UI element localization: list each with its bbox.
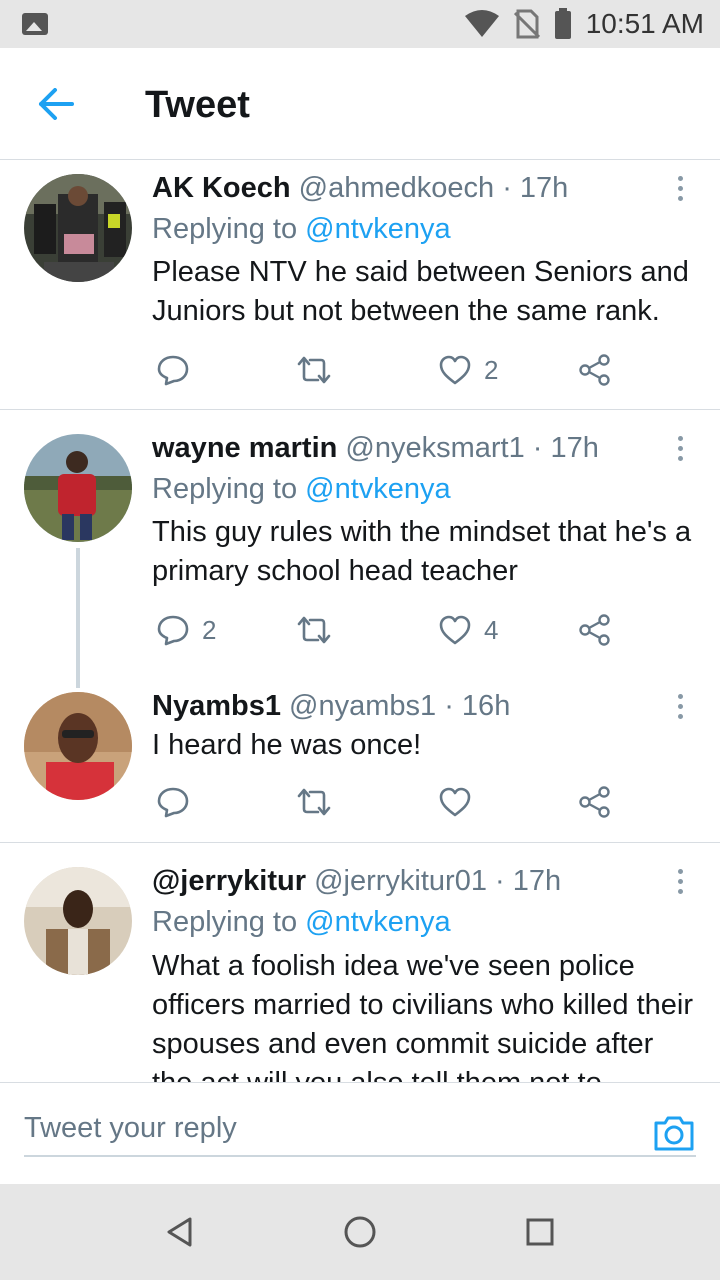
tweet-time: · 17h [502, 172, 569, 204]
back-triangle-icon [167, 1217, 192, 1247]
recents-square-icon [526, 1218, 554, 1246]
replying-to: Replying to @ntvkenya [152, 906, 451, 939]
avatar[interactable] [24, 174, 132, 282]
more-options-button[interactable] [670, 168, 690, 208]
tweet-actions: 2 4 [152, 608, 622, 652]
avatar[interactable] [24, 692, 132, 800]
reply-icon [157, 355, 189, 386]
tweet-header: wayne martin @nyeksmart1 · 17h [152, 432, 660, 465]
nav-recents-button[interactable] [518, 1210, 562, 1254]
tweet-text: This guy rules with the mindset that he'… [152, 516, 692, 587]
nav-home-button[interactable] [338, 1210, 382, 1254]
share-icon [579, 786, 610, 818]
nav-back-button[interactable] [158, 1210, 202, 1254]
page-title: Tweet [145, 84, 250, 126]
tweet-item[interactable]: @jerrykitur @jerrykitur01 · 17h Replying… [0, 843, 720, 1082]
battery-icon [554, 8, 571, 39]
tweet-time: · 16h [444, 690, 511, 722]
gallery-icon [22, 13, 48, 35]
tweet-author-handle[interactable]: @nyambs1 [289, 690, 436, 722]
back-button[interactable] [30, 78, 82, 130]
replying-label: Replying to [152, 213, 298, 245]
status-time: 10:51 AM [585, 8, 704, 39]
tweet-header: Nyambs1 @nyambs1 · 16h [152, 690, 660, 723]
retweet-icon [297, 616, 331, 644]
reply-button[interactable] [156, 780, 202, 824]
avatar[interactable] [24, 867, 132, 975]
more-options-button[interactable] [670, 686, 690, 726]
tweet-item[interactable]: AK Koech @ahmedkoech · 17h Replying to @… [0, 160, 720, 410]
tweet-item[interactable]: wayne martin @nyeksmart1 · 17h Replying … [0, 410, 720, 672]
tweet-author-name[interactable]: AK Koech [152, 172, 291, 204]
reply-input[interactable] [24, 1101, 696, 1157]
tweet-item[interactable]: Nyambs1 @nyambs1 · 16h I heard he was on… [0, 672, 720, 843]
share-icon [579, 354, 610, 386]
tweet-header: @jerrykitur @jerrykitur01 · 17h [152, 865, 660, 898]
tweet-text: What a foolish idea we've seen police of… [152, 950, 694, 1082]
replying-handle-link[interactable]: @ntvkenya [305, 213, 451, 245]
retweet-icon [297, 356, 331, 384]
reply-button[interactable]: 2 [156, 608, 216, 652]
tweet-author-name[interactable]: wayne martin [152, 432, 337, 464]
like-count: 2 [484, 354, 499, 385]
tweet-author-handle[interactable]: @ahmedkoech [299, 172, 495, 204]
reply-bar [0, 1082, 720, 1184]
tweet-author-name[interactable]: @jerrykitur [152, 865, 306, 897]
back-arrow-icon [39, 88, 74, 120]
share-button[interactable] [578, 348, 612, 392]
heart-icon [439, 355, 471, 385]
replying-label: Replying to [152, 473, 298, 505]
share-icon [579, 614, 610, 646]
like-button[interactable]: 2 [438, 348, 498, 392]
tweet-header: AK Koech @ahmedkoech · 17h [152, 172, 660, 205]
heart-icon [439, 787, 471, 817]
tweet-time: · 17h [495, 865, 562, 897]
more-options-button[interactable] [670, 428, 690, 468]
tweet-text: I heard he was once! [152, 729, 422, 761]
reply-icon [157, 787, 189, 818]
wifi-icon [464, 10, 499, 37]
tweet-author-handle[interactable]: @jerrykitur01 [314, 865, 487, 897]
tweet-feed[interactable]: AK Koech @ahmedkoech · 17h Replying to @… [0, 160, 720, 1082]
retweet-button[interactable] [296, 608, 344, 652]
home-circle-icon [344, 1216, 376, 1248]
like-count: 4 [484, 614, 499, 645]
tweet-author-handle[interactable]: @nyeksmart1 [345, 432, 524, 464]
system-nav-bar [0, 1184, 720, 1280]
reply-button[interactable] [156, 348, 202, 392]
retweet-button[interactable] [296, 780, 344, 824]
replying-label: Replying to [152, 906, 298, 938]
replying-handle-link[interactable]: @ntvkenya [305, 906, 451, 938]
like-button[interactable] [438, 780, 484, 824]
camera-button[interactable] [652, 1113, 696, 1157]
app-header: Tweet [0, 48, 720, 160]
camera-icon [654, 1116, 694, 1151]
replying-handle-link[interactable]: @ntvkenya [305, 473, 451, 505]
tweet-time: · 17h [532, 432, 599, 464]
status-bar: 10:51 AM [0, 0, 720, 48]
tweet-text: Please NTV he said between Seniors and J… [152, 256, 689, 327]
retweet-icon [297, 788, 331, 816]
tweet-actions: 2 [152, 348, 622, 392]
share-button[interactable] [578, 608, 612, 652]
tweet-author-name[interactable]: Nyambs1 [152, 690, 281, 722]
avatar[interactable] [24, 434, 132, 542]
reply-count: 2 [202, 614, 217, 645]
replying-to: Replying to @ntvkenya [152, 473, 451, 506]
heart-icon [439, 615, 471, 645]
reply-icon [157, 615, 189, 646]
more-options-button[interactable] [670, 861, 690, 901]
like-button[interactable]: 4 [438, 608, 498, 652]
share-button[interactable] [578, 780, 612, 824]
tweet-actions [152, 780, 622, 824]
retweet-button[interactable] [296, 348, 344, 392]
replying-to: Replying to @ntvkenya [152, 213, 451, 246]
no-sim-icon [513, 9, 540, 39]
